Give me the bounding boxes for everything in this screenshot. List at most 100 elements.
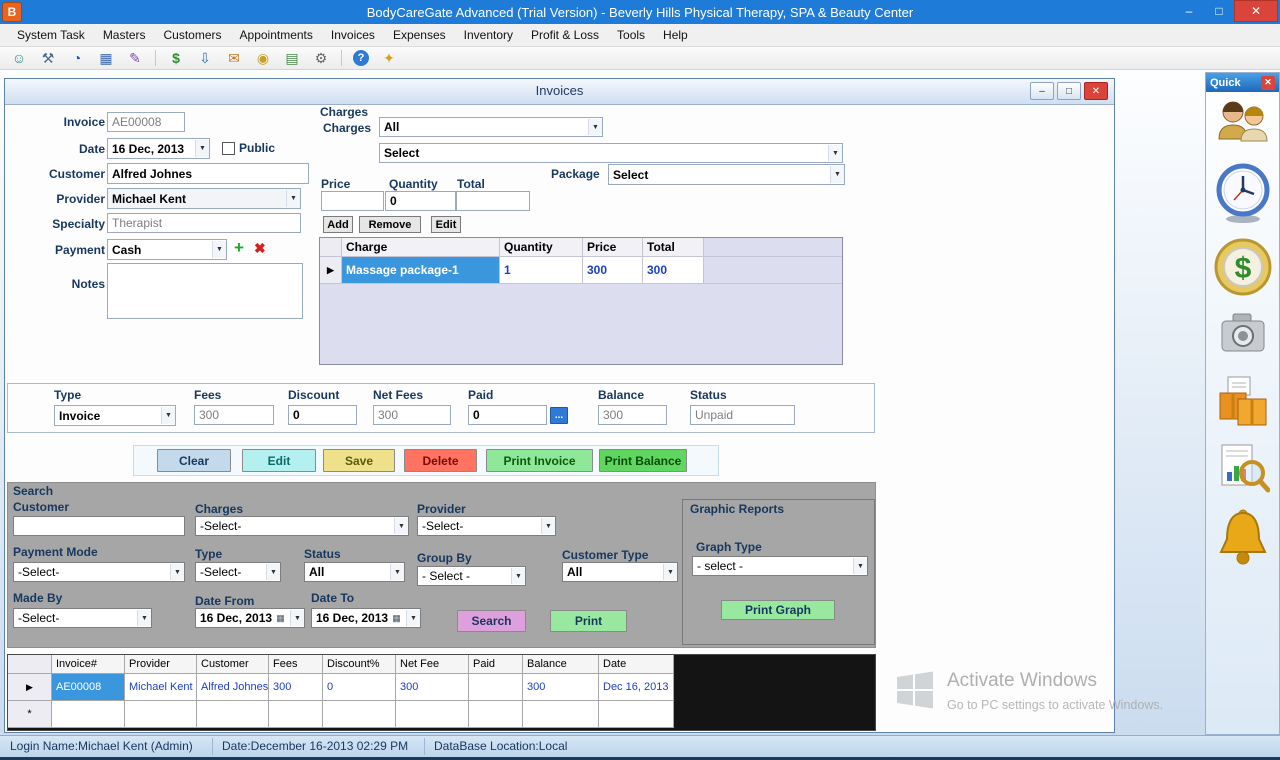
- fees-cell[interactable]: 300: [269, 674, 323, 701]
- gallery-camera-icon[interactable]: [1217, 310, 1269, 358]
- print-invoice-button[interactable]: Print Invoice: [486, 449, 593, 472]
- date-to-picker[interactable]: 16 Dec, 2013▦▼: [311, 608, 421, 628]
- toolbar-expenses-icon[interactable]: ✎: [126, 49, 144, 67]
- menu-invoices[interactable]: Invoices: [322, 25, 384, 45]
- toolbar-settings-icon[interactable]: ⚒: [39, 49, 57, 67]
- discount-field[interactable]: 0: [288, 405, 357, 425]
- column-header[interactable]: Fees: [269, 655, 323, 674]
- date-cell[interactable]: Dec 16, 2013: [599, 674, 674, 701]
- reports-search-icon[interactable]: [1216, 442, 1270, 494]
- customer-cell[interactable]: Alfred Johnes: [197, 674, 269, 701]
- results-grid-row[interactable]: ▶ AE00008 Michael Kent Alfred Johnes 300…: [8, 674, 875, 701]
- toolbar-tools-icon[interactable]: ⚙: [312, 49, 330, 67]
- menu-masters[interactable]: Masters: [94, 25, 155, 45]
- print-balance-button[interactable]: Print Balance: [599, 449, 687, 472]
- column-header[interactable]: Quantity: [500, 238, 583, 257]
- date-from-picker[interactable]: 16 Dec, 2013▦▼: [195, 608, 305, 628]
- menu-expenses[interactable]: Expenses: [384, 25, 455, 45]
- add-payment-icon[interactable]: +: [234, 238, 244, 258]
- menu-inventory[interactable]: Inventory: [455, 25, 522, 45]
- total-cell[interactable]: 300: [643, 257, 704, 284]
- column-header[interactable]: Provider: [125, 655, 197, 674]
- date-combo[interactable]: 16 Dec, 2013▼: [107, 138, 210, 159]
- toolbar-customers-icon[interactable]: ☺: [10, 49, 28, 67]
- column-header[interactable]: Date: [599, 655, 674, 674]
- toolbar-invoices-icon[interactable]: ▦: [97, 49, 115, 67]
- remove-charge-button[interactable]: Remove: [359, 216, 421, 233]
- close-button[interactable]: ✕: [1234, 0, 1278, 22]
- edit-charge-button[interactable]: Edit: [431, 216, 461, 233]
- column-header[interactable]: Paid: [469, 655, 523, 674]
- toolbar-security-icon[interactable]: ✦: [380, 49, 398, 67]
- paid-cell[interactable]: [469, 674, 523, 701]
- net-fee-cell[interactable]: 300: [396, 674, 469, 701]
- price-field[interactable]: [321, 191, 384, 211]
- toolbar-help-icon[interactable]: ?: [353, 50, 369, 66]
- toolbar-messages-icon[interactable]: ✉: [225, 49, 243, 67]
- delete-button[interactable]: Delete: [404, 449, 477, 472]
- group-by-combo[interactable]: - Select -▼: [417, 566, 526, 586]
- toolbar-payments-icon[interactable]: $: [167, 49, 185, 67]
- empty-cell[interactable]: [599, 701, 674, 728]
- made-by-combo[interactable]: -Select-▼: [13, 608, 152, 628]
- empty-cell[interactable]: [52, 701, 125, 728]
- notes-textarea[interactable]: [107, 263, 303, 319]
- child-close-button[interactable]: ✕: [1084, 82, 1108, 100]
- empty-cell[interactable]: [396, 701, 469, 728]
- print-graph-button[interactable]: Print Graph: [721, 600, 835, 620]
- results-grid-new-row[interactable]: *: [8, 701, 875, 728]
- payment-mode-combo[interactable]: -Select-▼: [13, 562, 185, 582]
- edit-button[interactable]: Edit: [242, 449, 316, 472]
- charges-grid-row[interactable]: ▶ Massage package-1 1 300 300: [320, 257, 842, 284]
- provider-combo[interactable]: Michael Kent▼: [107, 188, 301, 209]
- toolbar-reports-icon[interactable]: ▤: [283, 49, 301, 67]
- reminders-bell-icon[interactable]: [1215, 507, 1271, 569]
- maximize-button[interactable]: □: [1204, 0, 1234, 22]
- empty-cell[interactable]: [269, 701, 323, 728]
- empty-cell[interactable]: [323, 701, 396, 728]
- search-status-combo[interactable]: All▼: [304, 562, 405, 582]
- appointments-clock-icon[interactable]: [1212, 162, 1274, 224]
- menu-tools[interactable]: Tools: [608, 25, 654, 45]
- column-header[interactable]: Total: [643, 238, 704, 257]
- search-charges-combo[interactable]: -Select-▼: [195, 516, 409, 536]
- child-minimize-button[interactable]: –: [1030, 82, 1054, 100]
- child-restore-button[interactable]: □: [1057, 82, 1081, 100]
- minimize-button[interactable]: –: [1174, 0, 1204, 22]
- menu-appointments[interactable]: Appointments: [231, 25, 322, 45]
- provider-cell[interactable]: Michael Kent: [125, 674, 197, 701]
- payments-dollar-icon[interactable]: $: [1213, 237, 1273, 297]
- column-header[interactable]: Invoice#: [52, 655, 125, 674]
- quick-panel-close-icon[interactable]: ✕: [1261, 76, 1275, 90]
- empty-cell[interactable]: [197, 701, 269, 728]
- menu-customers[interactable]: Customers: [155, 25, 231, 45]
- invoice-number-cell[interactable]: AE00008: [52, 674, 125, 701]
- empty-cell[interactable]: [125, 701, 197, 728]
- customer-field[interactable]: Alfred Johnes: [107, 163, 309, 184]
- column-header[interactable]: Charge: [342, 238, 500, 257]
- save-button[interactable]: Save: [323, 449, 395, 472]
- column-header[interactable]: Balance: [523, 655, 599, 674]
- column-header[interactable]: Price: [583, 238, 643, 257]
- search-type-combo[interactable]: -Select-▼: [195, 562, 281, 582]
- public-checkbox[interactable]: [222, 142, 235, 155]
- paid-detail-button[interactable]: ...: [550, 407, 568, 424]
- clear-button[interactable]: Clear: [157, 449, 231, 472]
- menu-help[interactable]: Help: [654, 25, 697, 45]
- type-combo[interactable]: Invoice▼: [54, 405, 176, 426]
- charges-filter-combo[interactable]: All▼: [379, 117, 603, 137]
- inventory-package-icon[interactable]: [1214, 371, 1272, 429]
- empty-cell[interactable]: [469, 701, 523, 728]
- print-button[interactable]: Print: [550, 610, 627, 632]
- paid-field[interactable]: 0: [468, 405, 547, 425]
- column-header[interactable]: Customer: [197, 655, 269, 674]
- search-provider-combo[interactable]: -Select-▼: [417, 516, 556, 536]
- payment-combo[interactable]: Cash▼: [107, 239, 227, 260]
- charge-select-combo[interactable]: Select▼: [379, 143, 843, 163]
- toolbar-accounts-icon[interactable]: ◉: [254, 49, 272, 67]
- charge-cell[interactable]: Massage package-1: [342, 257, 500, 284]
- search-button[interactable]: Search: [457, 610, 526, 632]
- search-customer-input[interactable]: [13, 516, 185, 536]
- toolbar-appointments-icon[interactable]: ◔: [68, 49, 86, 67]
- quantity-field[interactable]: 0: [385, 191, 456, 211]
